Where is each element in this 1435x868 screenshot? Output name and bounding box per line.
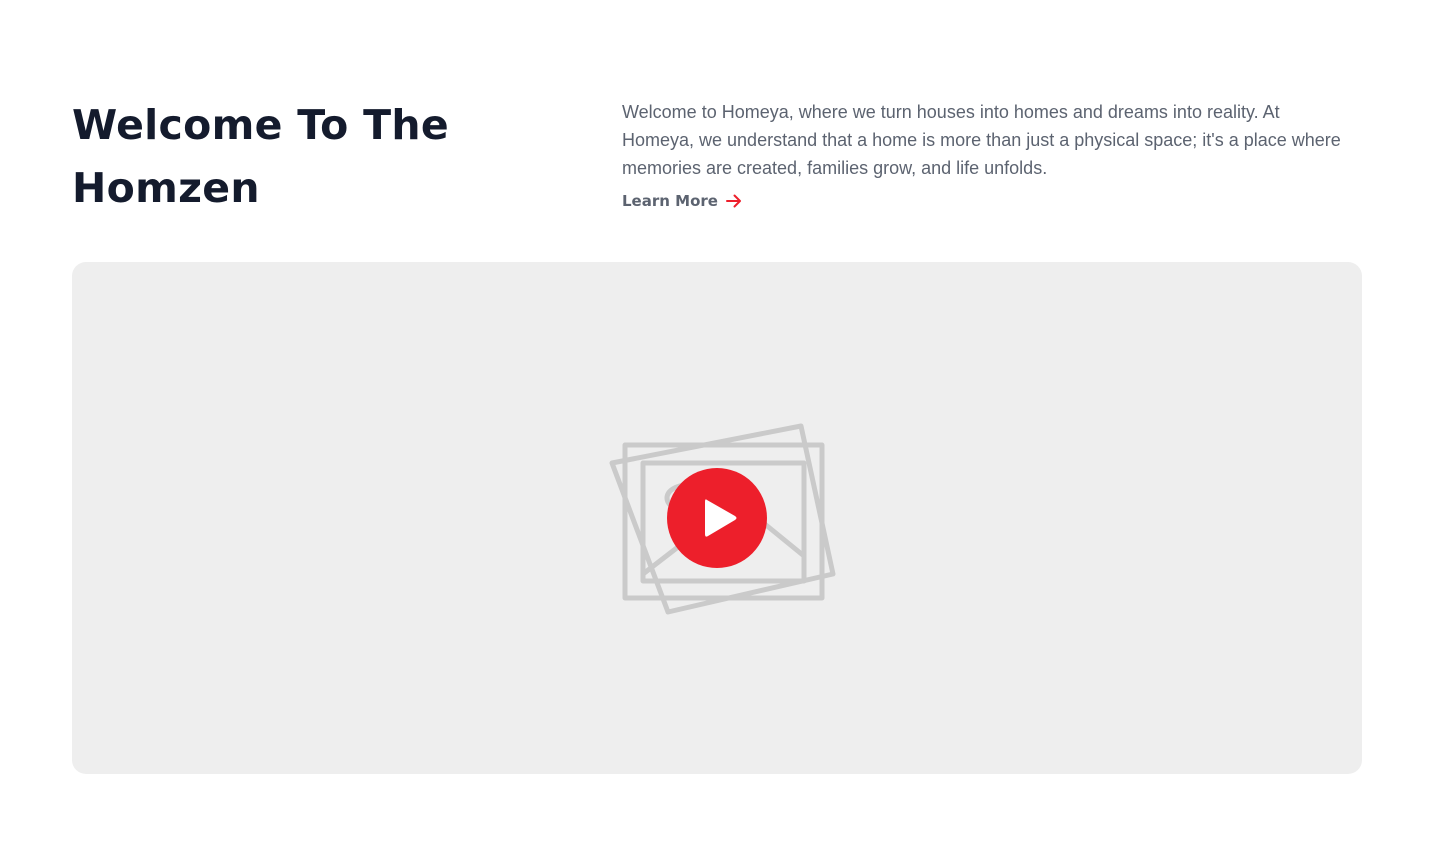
page-title: Welcome To The Homzen [72, 94, 512, 220]
title-line-2: Homzen [72, 164, 260, 212]
play-button[interactable] [667, 468, 767, 568]
play-icon [705, 499, 737, 537]
video-media-panel [72, 262, 1362, 774]
intro-description: Welcome to Homeya, where we turn houses … [622, 102, 1341, 178]
title-line-1: Welcome To The [72, 101, 450, 149]
learn-more-link[interactable]: Learn More [622, 191, 742, 211]
intro-section: Welcome To The Homzen Welcome to Homeya,… [72, 94, 1362, 224]
arrow-right-icon [725, 194, 742, 208]
intro-copy: Welcome to Homeya, where we turn houses … [622, 98, 1342, 211]
learn-more-label: Learn More [622, 192, 718, 210]
